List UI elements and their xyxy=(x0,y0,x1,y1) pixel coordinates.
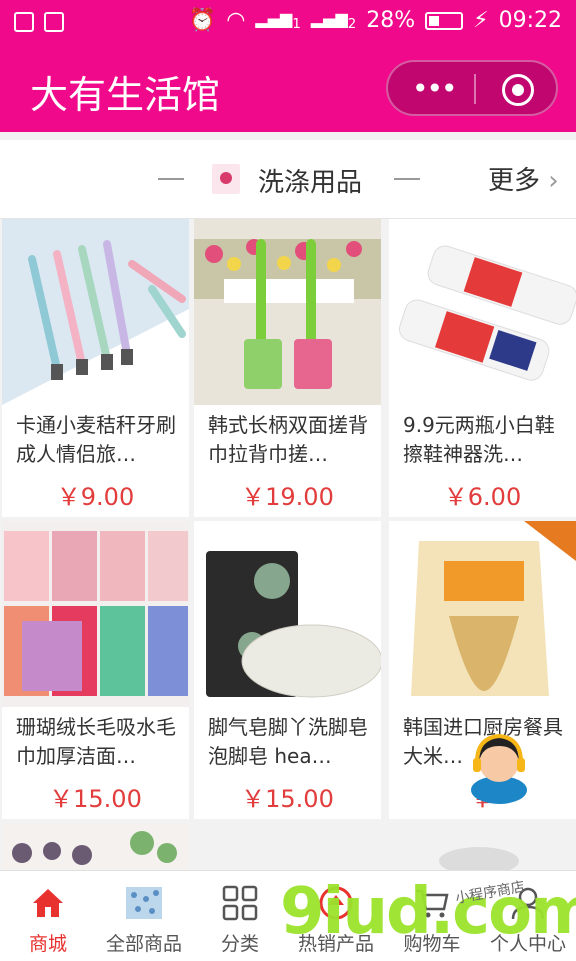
product-image xyxy=(2,521,189,707)
product-card[interactable]: 韩式长柄双面搓背巾拉背巾搓… ￥19.00 xyxy=(194,219,381,517)
target-icon[interactable] xyxy=(502,74,534,106)
section-title: 洗涤用品 xyxy=(258,168,363,198)
signal-1-icon: ▂▄▆1 xyxy=(255,8,301,33)
products-icon xyxy=(126,887,162,919)
product-name: 卡通小麦秸秆牙刷成人情侣旅… xyxy=(16,413,176,466)
product-price: ￥19.00 xyxy=(241,483,334,511)
mini-program-capsule: ••• xyxy=(386,60,558,116)
product-card[interactable]: 9.9元两瓶小白鞋擦鞋神器洗… ￥6.00 xyxy=(389,219,576,517)
category-icon xyxy=(212,164,240,194)
product-card[interactable]: 珊瑚绒长毛吸水毛巾加厚洁面… ￥15.00 xyxy=(2,521,189,819)
more-dots-icon[interactable]: ••• xyxy=(412,75,458,103)
sim-tool-icon xyxy=(44,12,64,32)
product-image xyxy=(2,219,189,405)
tab-category[interactable]: 分类 xyxy=(192,871,288,961)
section-header: 洗涤用品 更多 › xyxy=(0,140,576,219)
product-card-partial[interactable] xyxy=(2,823,189,873)
divider-right xyxy=(394,178,420,180)
product-price: ￥15.00 xyxy=(49,785,142,813)
customer-service-avatar[interactable] xyxy=(468,728,530,804)
home-icon xyxy=(33,889,63,917)
tab-all-products[interactable]: 全部商品 xyxy=(96,871,192,961)
divider-left xyxy=(158,178,184,180)
product-name: 9.9元两瓶小白鞋擦鞋神器洗… xyxy=(403,413,555,466)
alarm-icon: ⏰ xyxy=(188,8,217,33)
capsule-divider xyxy=(474,74,476,104)
more-label: 更多 xyxy=(488,166,541,196)
signal-2-icon: ▂▄▆2 xyxy=(310,8,357,33)
status-left-icons xyxy=(14,12,64,32)
tab-label: 商城 xyxy=(28,933,67,955)
gallery-icon xyxy=(14,12,34,32)
chevron-right-icon: › xyxy=(548,166,559,196)
product-image xyxy=(194,521,381,707)
product-image xyxy=(389,521,576,707)
battery-icon xyxy=(425,11,464,30)
product-image xyxy=(389,219,576,405)
product-card[interactable]: 卡通小麦秸秆牙刷成人情侣旅… ￥9.00 xyxy=(2,219,189,517)
product-card-partial[interactable] xyxy=(389,831,576,871)
charging-icon: ⚡ xyxy=(473,8,489,33)
product-price: ￥9.00 xyxy=(56,483,135,511)
product-image xyxy=(194,219,381,405)
product-image xyxy=(2,823,189,873)
status-right: ⏰ ◠ ▂▄▆1 ▂▄▆2 28% ⚡ 09:22 xyxy=(189,8,562,33)
product-price: ￥15.00 xyxy=(241,785,334,813)
battery-percent: 28% xyxy=(366,8,416,33)
watermark: 9iud.com xyxy=(280,875,576,949)
status-bar: ⏰ ◠ ▂▄▆1 ▂▄▆2 28% ⚡ 09:22 xyxy=(0,0,576,48)
tab-label: 全部商品 xyxy=(105,933,182,955)
tab-mall[interactable]: 商城 xyxy=(0,871,96,961)
product-name: 韩式长柄双面搓背巾拉背巾搓… xyxy=(208,413,368,466)
grid-icon xyxy=(222,885,258,921)
clock: 09:22 xyxy=(498,8,562,33)
product-price: ￥6.00 xyxy=(443,483,522,511)
product-name: 脚气皂脚丫洗脚皂 泡脚皂 hea… xyxy=(208,715,368,768)
more-link[interactable]: 更多 › xyxy=(488,160,559,197)
product-image xyxy=(389,831,576,871)
nav-bar: 大有生活馆 ••• xyxy=(0,48,576,132)
product-card[interactable]: 脚气皂脚丫洗脚皂 泡脚皂 hea… ￥15.00 xyxy=(194,521,381,819)
wifi-icon: ◠ xyxy=(226,8,246,33)
product-name: 珊瑚绒长毛吸水毛巾加厚洁面… xyxy=(16,715,176,768)
app-title: 大有生活馆 xyxy=(30,73,221,117)
tab-label: 分类 xyxy=(220,933,259,955)
